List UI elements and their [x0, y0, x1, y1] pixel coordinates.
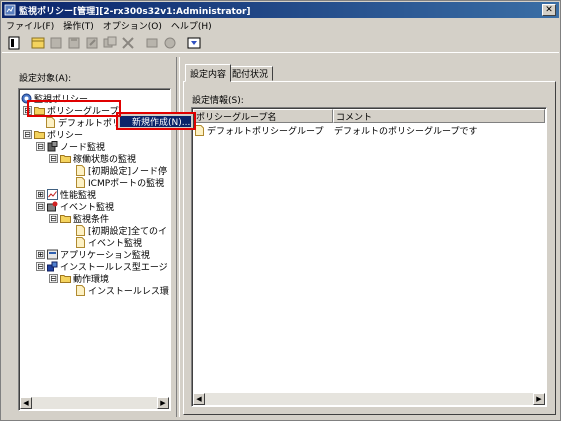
cell-group-name: デフォルトポリシーグループ [194, 124, 334, 137]
copy-icon[interactable] [48, 35, 64, 51]
collapse-icon[interactable]: ⊟ [49, 273, 58, 283]
document-icon [76, 224, 85, 236]
tree-item-icmp-port-monitor[interactable]: ICMPポートの監視 [75, 176, 165, 189]
tree-horizontal-scrollbar[interactable]: ◀ ▶ [20, 397, 169, 409]
document-icon [76, 164, 85, 176]
app-icon [4, 4, 16, 16]
tree-label: 設定対象(A): [19, 74, 72, 84]
tree-item-label: インストールレス環 [88, 286, 169, 297]
event-icon [47, 201, 58, 211]
tree-item-event-monitor-condition[interactable]: イベント監視 [75, 236, 142, 249]
expand-icon[interactable]: ⊞ [36, 189, 45, 199]
menu-help[interactable]: ヘルプ(H) [171, 19, 212, 32]
tab-settings-content[interactable]: 設定内容 [185, 64, 232, 82]
settings-tree[interactable]: 監視ポリシー ⊟ ポリシーグループ デフォルトポリ ⊟ ポリシー ⊟ ノード監視… [18, 88, 171, 411]
tab-distribution-status[interactable]: 配付状況 [227, 66, 274, 81]
edit-icon[interactable] [84, 35, 100, 51]
tree-item-policy[interactable]: ⊟ ポリシー [23, 128, 83, 141]
tree-item-performance-monitor[interactable]: ⊞ 性能監視 [36, 188, 96, 201]
panel-splitter[interactable] [176, 57, 180, 417]
menu-options[interactable]: オプション(O) [103, 19, 162, 32]
tree-item-default-policy[interactable]: デフォルトポリ [45, 116, 121, 129]
scroll-right-icon[interactable]: ▶ [157, 397, 169, 409]
column-header-group-name[interactable]: ポリシーグループ名 [193, 109, 333, 123]
delete-icon[interactable] [120, 35, 136, 51]
export-icon[interactable] [162, 35, 178, 51]
scroll-right-icon[interactable]: ▶ [533, 393, 545, 405]
tree-item-all-events-default[interactable]: [初期設定]全てのイ [75, 224, 167, 237]
scroll-left-icon[interactable]: ◀ [193, 393, 205, 405]
collapse-icon[interactable]: ⊟ [49, 213, 58, 223]
document-icon [76, 236, 85, 248]
annotation-highlight-new-item [116, 112, 196, 130]
app-icon [47, 249, 58, 259]
tree-item-monitor-conditions[interactable]: ⊟ 監視条件 [49, 212, 109, 225]
group-name-text: デフォルトポリシーグループ [207, 127, 324, 137]
menu-bar: ファイル(F) 操作(T) オプション(O) ヘルプ(H) [2, 18, 559, 33]
folder-icon [60, 274, 71, 283]
menu-file[interactable]: ファイル(F) [6, 19, 54, 32]
paste-icon[interactable] [66, 35, 82, 51]
collapse-icon[interactable]: ⊟ [36, 141, 45, 151]
node-icon [47, 140, 58, 151]
duplicate-icon[interactable] [102, 35, 118, 51]
list-horizontal-scrollbar[interactable]: ◀ ▶ [193, 393, 545, 405]
document-icon [76, 284, 85, 296]
annotation-highlight-policy-group [27, 100, 121, 117]
table-row[interactable]: デフォルトポリシーグループ デフォルトのポリシーグループです [194, 124, 477, 137]
folder-icon [60, 154, 71, 163]
document-icon [46, 116, 55, 128]
collapse-icon[interactable]: ⊟ [23, 129, 32, 139]
tree-item-operating-environment[interactable]: ⊟ 動作環境 [49, 272, 109, 285]
collapse-icon[interactable]: ⊟ [49, 153, 58, 163]
window-title: 監視ポリシー[管理][2-rx300s32v1:Administrator] [19, 6, 251, 17]
close-button[interactable]: ✕ [542, 4, 556, 16]
policy-group-list[interactable]: ポリシーグループ名 コメント デフォルトポリシーグループ デフォルトのポリシーグ… [191, 107, 547, 407]
tree-item-installless-environment[interactable]: インストールレス環 [75, 284, 169, 297]
column-header-comment[interactable]: コメント [333, 109, 545, 123]
agent-icon [47, 261, 58, 271]
import-icon[interactable] [144, 35, 160, 51]
tree-item-node-monitor[interactable]: ⊟ ノード監視 [36, 140, 105, 153]
menu-operation[interactable]: 操作(T) [63, 19, 94, 32]
collapse-icon[interactable]: ⊟ [36, 201, 45, 211]
view-icon[interactable] [186, 35, 202, 51]
properties-icon[interactable] [6, 35, 22, 51]
group-comment-text: デフォルトのポリシーグループです [334, 127, 478, 137]
expand-icon[interactable]: ⊞ [36, 249, 45, 259]
chart-icon [47, 188, 58, 200]
tree-item-label: ICMPポートの監視 [88, 178, 165, 189]
tree-item-event-monitor[interactable]: ⊟ イベント監視 [36, 200, 114, 213]
tree-item-application-monitor[interactable]: ⊞ アプリケーション監視 [36, 248, 150, 261]
tree-item-status-monitor[interactable]: ⊟ 稼働状態の監視 [49, 152, 136, 165]
toolbar [2, 33, 559, 53]
settings-info-label: 設定情報(S): [192, 96, 244, 106]
folder-icon [60, 214, 71, 223]
tree-item-node-stop-default[interactable]: [初期設定]ノード停 [75, 164, 167, 177]
collapse-icon[interactable]: ⊟ [36, 261, 45, 271]
scroll-left-icon[interactable]: ◀ [20, 397, 32, 409]
tree-item-installless-agent[interactable]: ⊟ インストールレス型エージ [36, 260, 168, 273]
title-bar: 監視ポリシー[管理][2-rx300s32v1:Administrator] ✕ [2, 2, 559, 18]
folder-icon [34, 130, 45, 139]
new-icon[interactable] [30, 35, 46, 51]
policy-window: 監視ポリシー[管理][2-rx300s32v1:Administrator] ✕… [0, 0, 561, 421]
document-icon [76, 176, 85, 188]
